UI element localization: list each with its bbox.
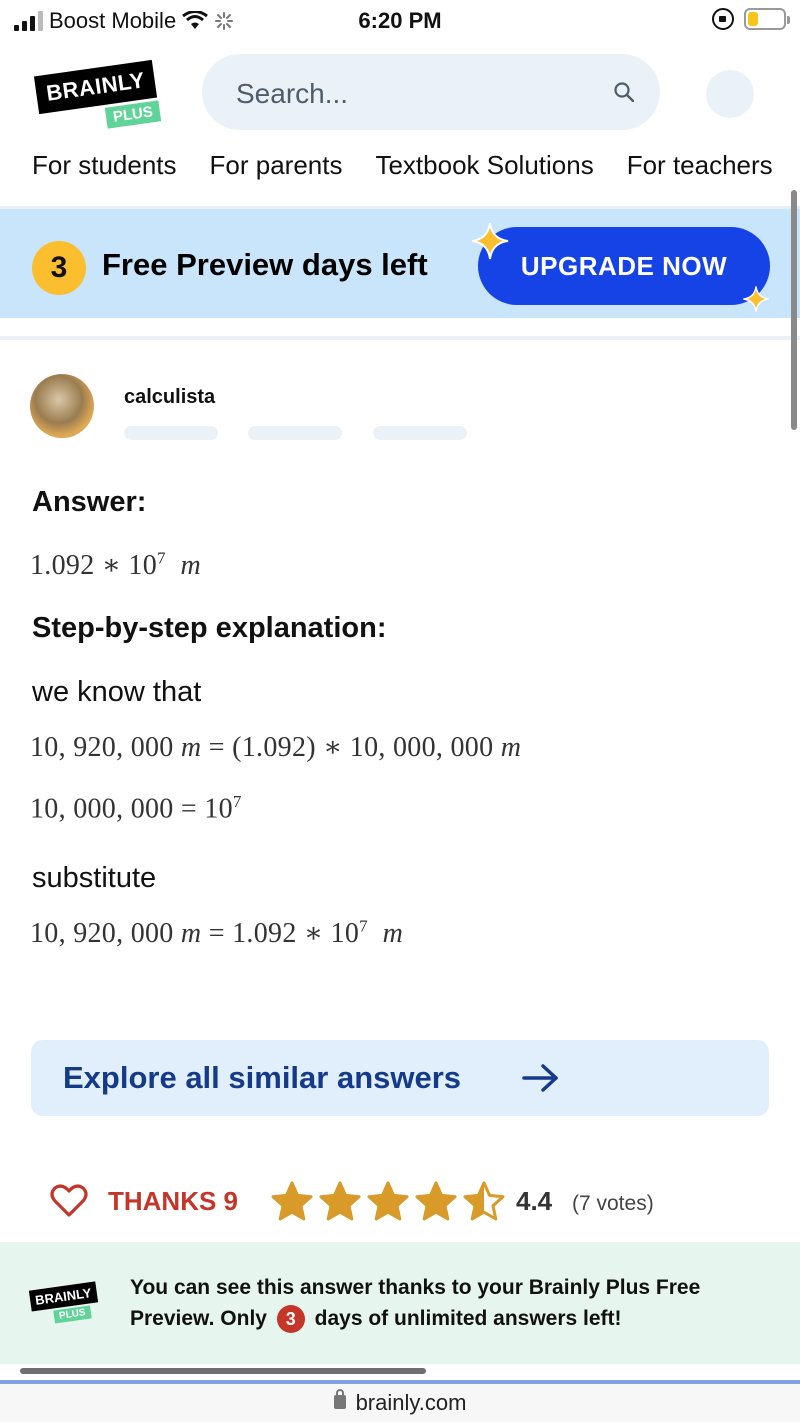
user-avatar[interactable] xyxy=(706,70,754,118)
explanation-line-2: substitute xyxy=(32,862,157,894)
search-input[interactable]: Search... xyxy=(202,54,660,130)
status-bar: Boost Mobile 6:20 PM xyxy=(0,0,800,42)
clock: 6:20 PM xyxy=(358,8,442,33)
vertical-scrollbar[interactable] xyxy=(791,190,797,430)
explanation-line-1: we know that xyxy=(32,676,202,708)
nav-item-textbook-solutions[interactable]: Textbook Solutions xyxy=(375,150,593,181)
star-icon[interactable] xyxy=(318,1180,362,1224)
equation-1: 10, 920, 000 m = (1.092) ∗ 10, 000, 000 … xyxy=(30,732,522,763)
brainly-logo[interactable]: BRAINLY PLUS xyxy=(33,59,166,132)
logo-plus-badge: PLUS xyxy=(104,100,162,129)
sparkle-small-icon xyxy=(743,286,769,312)
search-placeholder: Search... xyxy=(236,78,349,109)
brainly-plus-mini-logo: BRAINLY PLUS xyxy=(28,1278,110,1328)
preview-notice: BRAINLY PLUS You can see this answer tha… xyxy=(0,1242,800,1364)
star-icon[interactable] xyxy=(366,1180,410,1224)
answer-unit: m xyxy=(180,550,201,581)
free-preview-banner: 3 Free Preview days left UPGRADE NOW xyxy=(0,206,800,318)
equation-3: 10, 920, 000 m = 1.092 ∗ 107 m xyxy=(30,916,404,949)
site-header: BRAINLY PLUS Search... xyxy=(0,52,800,142)
answer-mantissa: 1.092 ∗ 10 xyxy=(30,550,158,581)
upgrade-now-button[interactable]: UPGRADE NOW xyxy=(478,227,770,305)
thanks-rating-row: THANKS 9 4.4 (7 votes) xyxy=(50,1180,750,1230)
banner-text: Free Preview days left xyxy=(102,247,428,282)
answer-heading: Answer: xyxy=(32,486,147,518)
author-name[interactable]: calculista xyxy=(124,386,215,409)
star-icon[interactable] xyxy=(270,1180,314,1224)
battery-icon xyxy=(744,8,790,30)
author-avatar[interactable] xyxy=(30,374,94,438)
author-meta-placeholder xyxy=(124,426,218,440)
votes-count: (7 votes) xyxy=(572,1192,654,1215)
days-left-badge-small: 3 xyxy=(276,1305,305,1334)
rating-stars[interactable] xyxy=(270,1180,506,1224)
author-meta-placeholder xyxy=(248,426,342,440)
horizontal-scrollbar[interactable] xyxy=(20,1368,426,1374)
rating-value: 4.4 xyxy=(516,1186,553,1216)
notice-text: You can see this answer thanks to your B… xyxy=(130,1272,770,1334)
days-left-badge: 3 xyxy=(32,241,86,295)
explore-similar-answers-button[interactable]: Explore all similar answers xyxy=(31,1040,769,1116)
heart-icon[interactable] xyxy=(50,1184,88,1218)
nav-item-students[interactable]: For students xyxy=(32,150,177,181)
nav-item-teachers[interactable]: For teachers xyxy=(627,150,773,181)
author-meta-placeholder xyxy=(373,426,467,440)
thanks-count[interactable]: THANKS 9 xyxy=(108,1186,238,1217)
answer-value: 1.092 ∗ 107 m xyxy=(30,548,201,582)
steps-heading: Step-by-step explanation: xyxy=(32,612,387,644)
browser-url-bar[interactable]: brainly.com xyxy=(0,1384,800,1422)
star-icon[interactable] xyxy=(462,1180,506,1224)
nav-item-parents[interactable]: For parents xyxy=(210,150,343,181)
rotation-lock-icon xyxy=(712,8,734,30)
star-icon[interactable] xyxy=(414,1180,458,1224)
search-icon[interactable] xyxy=(614,82,634,102)
explore-label: Explore all similar answers xyxy=(63,1060,462,1095)
main-nav: For students For parents Textbook Soluti… xyxy=(32,150,773,181)
status-right xyxy=(712,8,790,30)
lock-icon xyxy=(333,1389,346,1410)
sparkle-icon xyxy=(471,222,509,260)
section-divider xyxy=(0,336,800,340)
url-text: brainly.com xyxy=(0,1389,800,1416)
equation-2: 10, 000, 000 = 107 xyxy=(30,792,242,825)
arrow-right-icon xyxy=(522,1064,558,1092)
answer-exponent: 7 xyxy=(157,548,166,568)
